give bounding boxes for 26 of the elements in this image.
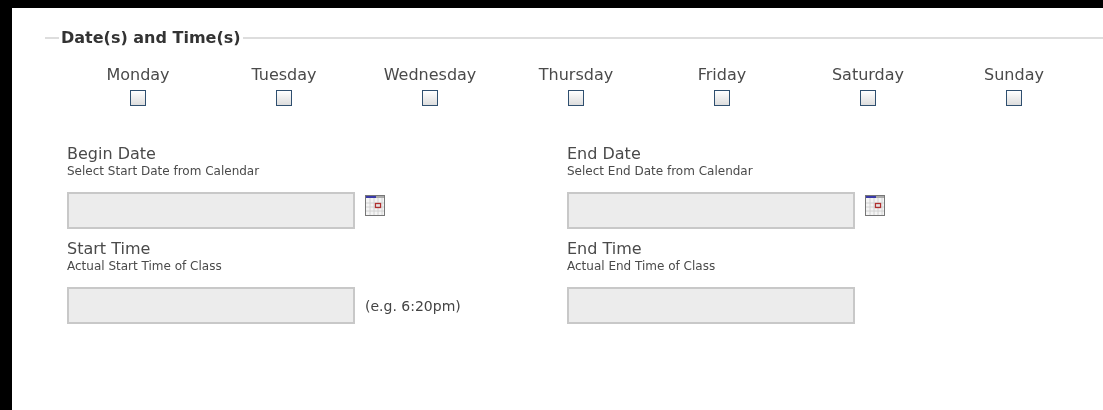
format-hint: (e.g. 6:20pm) [365,297,461,314]
section-title: Date(s) and Time(s) [60,28,242,47]
field-hint: Actual Start Time of Class [67,259,222,274]
day-checkbox[interactable] [130,90,146,106]
day-checkbox[interactable] [714,90,730,106]
day-label: Monday [106,65,170,84]
day-checkbox[interactable] [860,90,876,106]
day-checkbox[interactable] [568,90,584,106]
day-label: Sunday [984,65,1044,84]
field-hint: Select End Date from Calendar [567,164,753,179]
day-label: Tuesday [251,65,317,84]
day-checkbox[interactable] [276,90,292,106]
field-label: End Time [567,239,642,259]
calendar-icon[interactable] [365,195,385,216]
day-label: Wednesday [383,65,477,84]
field-label: Start Time [67,239,151,259]
field-hint: Select Start Date from Calendar [67,164,260,179]
field-hint: Actual End Time of Class [567,259,716,274]
field-label: Begin Date [67,144,156,164]
field-label: End Date [567,144,641,164]
day-label: Friday [697,65,747,84]
day-checkbox[interactable] [422,90,438,106]
calendar-icon[interactable] [865,195,885,216]
day-checkbox[interactable] [1006,90,1022,106]
day-label: Saturday [831,65,905,84]
day-label: Thursday [538,65,614,84]
